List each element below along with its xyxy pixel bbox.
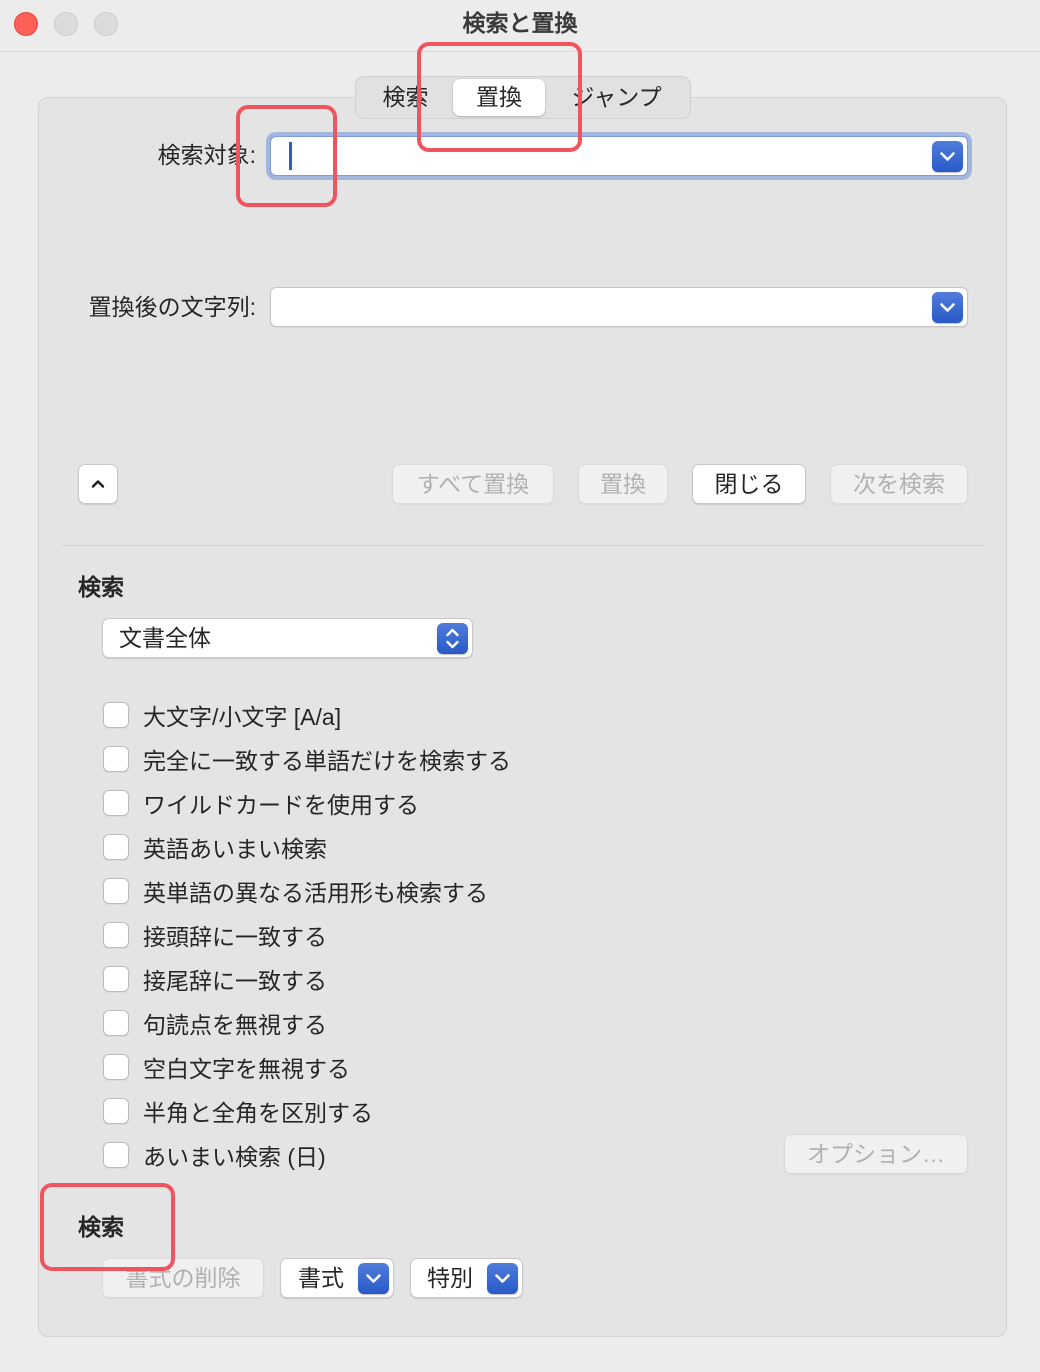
wildcards-label: ワイルドカードを使用する [143,792,419,818]
format-section-heading: 検索 [78,1214,124,1240]
find-history-dropdown-button[interactable] [932,141,963,172]
english-fuzzy-label: 英語あいまい検索 [143,836,327,862]
match-prefix-option[interactable]: 接頭辞に一致する [103,913,511,957]
english-fuzzy-option[interactable]: 英語あいまい検索 [103,825,511,869]
tab-bar: 検索 置換 ジャンプ [355,76,691,119]
match-suffix-option[interactable]: 接尾辞に一致する [103,957,511,1001]
chevron-down-icon [940,152,955,161]
clear-format-button[interactable]: 書式の削除 [102,1258,264,1298]
replace-with-input[interactable] [271,288,921,326]
tab-goto[interactable]: ジャンプ [545,79,688,116]
close-button[interactable]: 閉じる [692,464,806,504]
match-suffix-checkbox[interactable] [103,966,129,992]
japanese-fuzzy-label: あいまい検索 (日) [143,1144,326,1170]
find-what-input[interactable] [271,137,921,175]
fuzzy-options-button[interactable]: オプション… [784,1134,968,1174]
word-forms-label: 英単語の異なる活用形も検索する [143,880,488,906]
format-popup-button[interactable]: 書式 [280,1258,394,1298]
wildcards-checkbox[interactable] [103,790,129,816]
ignore-punctuation-label: 句読点を無視する [143,1012,327,1038]
match-case-option[interactable]: 大文字/小文字 [A/a] [103,693,511,737]
up-down-chevron-icon [446,628,459,649]
word-forms-option[interactable]: 英単語の異なる活用形も検索する [103,869,511,913]
chevron-down-icon [940,303,955,312]
match-width-checkbox[interactable] [103,1098,129,1124]
match-width-option[interactable]: 半角と全角を区別する [103,1089,511,1133]
find-next-button[interactable]: 次を検索 [830,464,968,504]
replace-with-combobox[interactable] [270,287,968,327]
tab-replace[interactable]: 置換 [453,79,545,116]
special-dropdown-arrow[interactable] [487,1263,518,1294]
replace-history-dropdown-button[interactable] [932,292,963,323]
wildcards-option[interactable]: ワイルドカードを使用する [103,781,511,825]
title-bar: 検索と置換 [0,0,1040,52]
search-scope-popup[interactable]: 文書全体 [102,618,473,658]
whole-words-option[interactable]: 完全に一致する単語だけを検索する [103,737,511,781]
match-case-checkbox[interactable] [103,702,129,728]
word-forms-checkbox[interactable] [103,878,129,904]
japanese-fuzzy-checkbox[interactable] [103,1142,129,1168]
search-scope-stepper[interactable] [437,623,468,654]
search-scope-value: 文書全体 [119,625,211,651]
match-width-label: 半角と全角を区別する [143,1100,373,1126]
find-what-combobox[interactable] [270,136,968,176]
special-popup-label: 特別 [427,1265,473,1291]
window-title: 検索と置換 [462,10,578,36]
format-popup-label: 書式 [298,1265,344,1291]
special-popup-button[interactable]: 特別 [410,1258,523,1298]
section-divider [62,545,984,546]
replace-button[interactable]: 置換 [578,464,668,504]
text-caret [289,142,292,170]
replace-with-label: 置換後の文字列: [88,294,256,320]
format-dropdown-arrow[interactable] [358,1263,389,1294]
match-case-label: 大文字/小文字 [A/a] [143,704,342,730]
ignore-punctuation-checkbox[interactable] [103,1010,129,1036]
chevron-down-icon [366,1274,381,1283]
replace-all-button[interactable]: すべて置換 [392,464,554,504]
search-options-heading: 検索 [78,574,124,600]
chevron-up-icon [91,480,105,488]
search-options-list: 大文字/小文字 [A/a] 完全に一致する単語だけを検索する ワイルドカードを使… [103,693,511,1177]
match-prefix-label: 接頭辞に一致する [143,924,327,950]
whole-words-label: 完全に一致する単語だけを検索する [143,748,511,774]
whole-words-checkbox[interactable] [103,746,129,772]
ignore-whitespace-checkbox[interactable] [103,1054,129,1080]
tab-find[interactable]: 検索 [358,79,453,116]
japanese-fuzzy-option[interactable]: あいまい検索 (日) [103,1133,511,1177]
match-suffix-label: 接尾辞に一致する [143,968,327,994]
chevron-down-icon [495,1274,510,1283]
ignore-whitespace-option[interactable]: 空白文字を無視する [103,1045,511,1089]
english-fuzzy-checkbox[interactable] [103,834,129,860]
ignore-whitespace-label: 空白文字を無視する [143,1056,350,1082]
match-prefix-checkbox[interactable] [103,922,129,948]
ignore-punctuation-option[interactable]: 句読点を無視する [103,1001,511,1045]
find-what-label: 検索対象: [157,142,256,168]
collapse-options-button[interactable] [78,464,118,504]
